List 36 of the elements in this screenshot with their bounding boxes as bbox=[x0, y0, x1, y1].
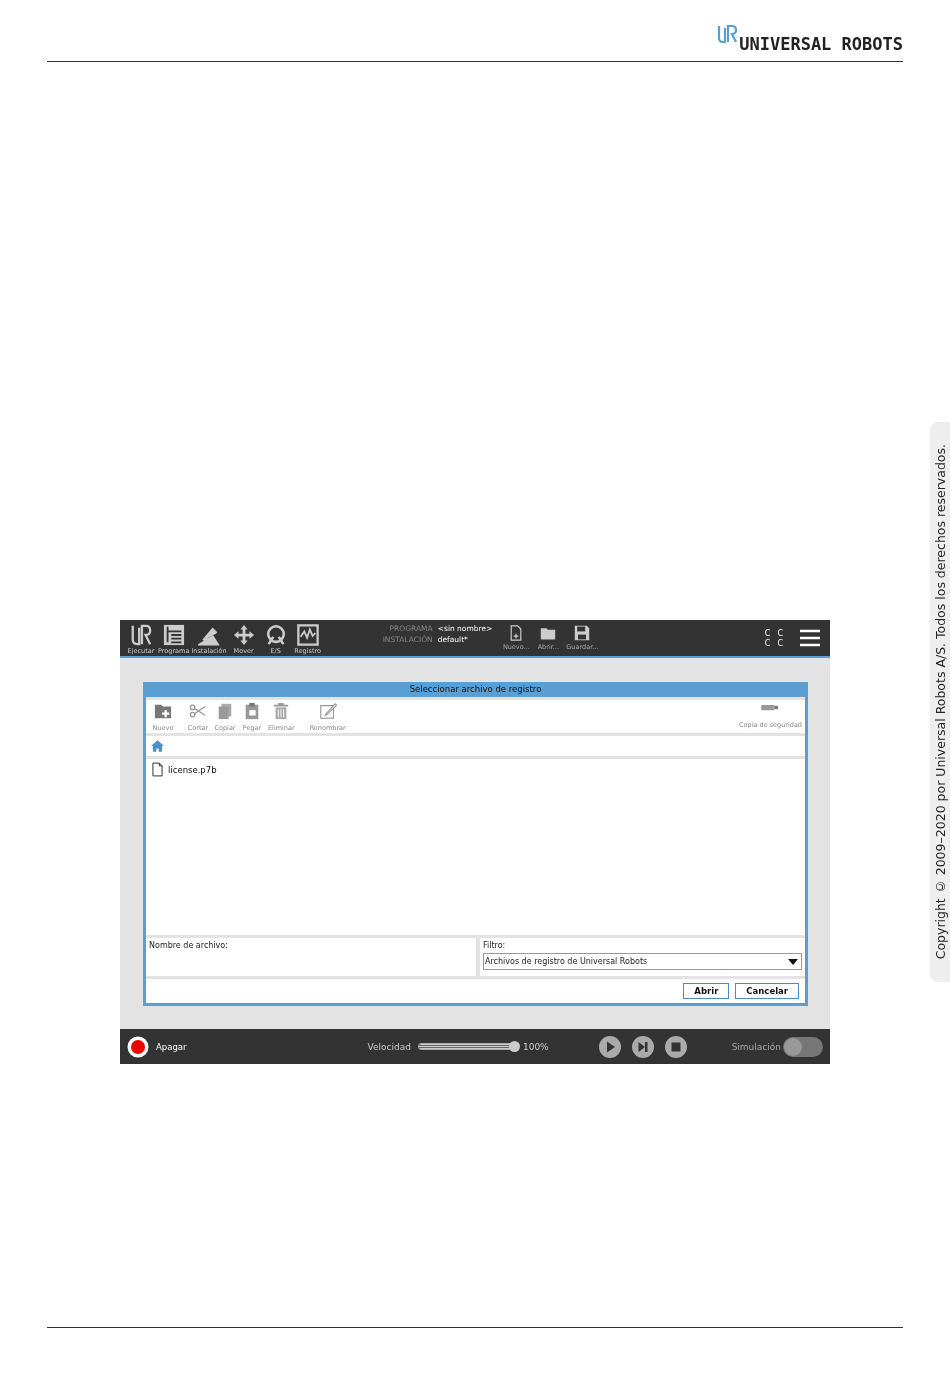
brand-name: UNIVERSAL ROBOTS bbox=[739, 34, 903, 54]
speed-reading: 100% bbox=[522, 1041, 549, 1052]
open-button[interactable]: Abrir bbox=[683, 983, 730, 999]
logo-icon bbox=[717, 24, 738, 44]
chart-icon bbox=[296, 623, 319, 646]
move-arrows-icon bbox=[232, 623, 255, 646]
status-letter: C bbox=[764, 628, 771, 638]
power-button[interactable]: Apagar bbox=[127, 1035, 187, 1058]
folder-icon bbox=[540, 625, 557, 641]
logo-icon bbox=[130, 623, 152, 646]
cancel-button[interactable]: Cancelar bbox=[735, 983, 799, 999]
scissors-icon bbox=[189, 701, 207, 720]
gauge-icon bbox=[264, 623, 287, 646]
step-button[interactable] bbox=[631, 1035, 654, 1058]
usb-drive-icon bbox=[761, 704, 780, 711]
home-icon[interactable] bbox=[151, 740, 164, 752]
filename-label: Nombre de archivo: bbox=[149, 941, 229, 950]
status-letter: C bbox=[764, 638, 771, 648]
list-icon bbox=[162, 623, 185, 646]
menu-icon[interactable] bbox=[799, 629, 821, 647]
power-status-icon bbox=[127, 1035, 149, 1058]
file-icon bbox=[152, 762, 163, 777]
copy-icon bbox=[216, 701, 234, 720]
filter-label: Filtro: bbox=[483, 941, 507, 950]
play-button[interactable] bbox=[598, 1035, 621, 1058]
dropdown-arrow-icon bbox=[788, 958, 798, 965]
file-item[interactable]: license.p7b bbox=[152, 762, 799, 777]
simulation-toggle[interactable] bbox=[783, 1036, 823, 1057]
status-letter: C bbox=[777, 638, 783, 648]
dialog-title: Seleccionar archivo de registro bbox=[143, 682, 808, 697]
simulation-label: Simulación bbox=[731, 1041, 781, 1052]
filter-dropdown[interactable]: Archivos de registro de Universal Robots bbox=[483, 953, 802, 970]
speed-label: Velocidad bbox=[367, 1041, 411, 1052]
slider-thumb[interactable] bbox=[508, 1041, 520, 1052]
stop-button[interactable] bbox=[664, 1035, 687, 1058]
status-letter: C bbox=[777, 628, 783, 638]
